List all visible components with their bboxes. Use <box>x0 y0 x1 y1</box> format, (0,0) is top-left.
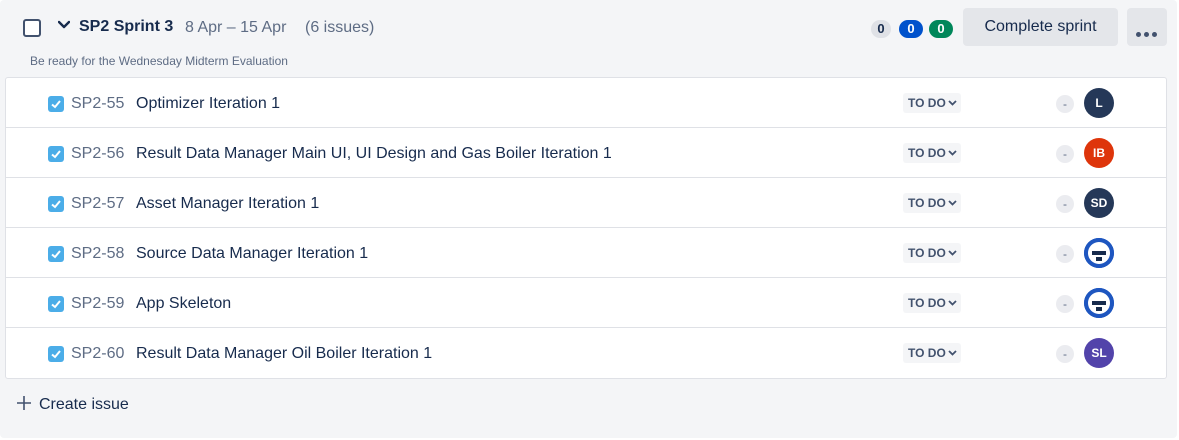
create-issue-label: Create issue <box>39 396 129 413</box>
sprint-issue-count: (6 issues) <box>305 19 375 36</box>
sprint-goal: Be ready for the Wednesday Midterm Evalu… <box>30 54 288 68</box>
issue-summary[interactable]: Asset Manager Iteration 1 <box>136 195 319 213</box>
estimate-badge: - <box>1056 95 1074 113</box>
issue-key[interactable]: SP2-58 <box>71 245 124 263</box>
chevron-down-icon <box>948 300 957 306</box>
issue-row[interactable]: SP2-59 App Skeleton TO DO - <box>6 278 1166 328</box>
estimate-badge: - <box>1056 295 1074 313</box>
todo-count-badge: 0 <box>871 20 891 38</box>
status-dropdown[interactable]: TO DO <box>903 93 961 113</box>
estimate-badge: - <box>1056 345 1074 363</box>
status-dropdown[interactable]: TO DO <box>903 243 961 263</box>
more-actions-button[interactable] <box>1127 8 1167 46</box>
task-icon <box>48 346 64 362</box>
issue-key[interactable]: SP2-56 <box>71 145 124 163</box>
issue-row[interactable]: SP2-60 Result Data Manager Oil Boiler It… <box>6 328 1166 378</box>
status-label: TO DO <box>908 146 946 160</box>
status-label: TO DO <box>908 296 946 310</box>
sprint-header: SP2 Sprint 3 8 Apr – 15 Apr (6 issues) B… <box>0 0 1177 78</box>
estimate-badge: - <box>1056 245 1074 263</box>
chevron-down-icon <box>948 250 957 256</box>
task-icon <box>48 296 64 312</box>
issue-summary[interactable]: Source Data Manager Iteration 1 <box>136 245 368 263</box>
issue-key[interactable]: SP2-59 <box>71 295 124 313</box>
avatar[interactable] <box>1084 238 1114 268</box>
sprint-dates: 8 Apr – 15 Apr <box>185 19 287 36</box>
sprint-checkbox[interactable] <box>23 19 41 37</box>
issue-row[interactable]: SP2-56 Result Data Manager Main UI, UI D… <box>6 128 1166 178</box>
status-dropdown[interactable]: TO DO <box>903 293 961 313</box>
issue-row[interactable]: SP2-55 Optimizer Iteration 1 TO DO - L <box>6 78 1166 128</box>
sprint-name[interactable]: SP2 Sprint 3 <box>79 18 173 36</box>
done-count-badge: 0 <box>929 20 953 38</box>
status-label: TO DO <box>908 346 946 360</box>
chevron-down-icon <box>948 200 957 206</box>
issue-summary[interactable]: App Skeleton <box>136 295 231 313</box>
avatar[interactable]: SD <box>1084 188 1114 218</box>
sprint-container: SP2 Sprint 3 8 Apr – 15 Apr (6 issues) B… <box>0 0 1177 438</box>
task-icon <box>48 146 64 162</box>
issue-row[interactable]: SP2-57 Asset Manager Iteration 1 TO DO -… <box>6 178 1166 228</box>
chevron-down-icon <box>948 350 957 356</box>
status-dropdown[interactable]: TO DO <box>903 193 961 213</box>
estimate-badge: - <box>1056 145 1074 163</box>
issue-key[interactable]: SP2-57 <box>71 195 124 213</box>
chevron-down-icon <box>948 150 957 156</box>
issue-summary[interactable]: Result Data Manager Oil Boiler Iteration… <box>136 345 432 363</box>
issue-summary[interactable]: Optimizer Iteration 1 <box>136 95 280 113</box>
chevron-down-icon <box>948 100 957 106</box>
stormtrooper-avatar-icon <box>1084 288 1114 318</box>
avatar[interactable]: IB <box>1084 138 1114 168</box>
issue-key[interactable]: SP2-60 <box>71 345 124 363</box>
issue-key[interactable]: SP2-55 <box>71 95 124 113</box>
status-label: TO DO <box>908 246 946 260</box>
avatar[interactable] <box>1084 288 1114 318</box>
status-label: TO DO <box>908 196 946 210</box>
create-issue-button[interactable]: Create issue <box>16 395 129 414</box>
in-progress-count-badge: 0 <box>899 20 923 38</box>
stormtrooper-avatar-icon <box>1084 238 1114 268</box>
task-icon <box>48 96 64 112</box>
issue-row[interactable]: SP2-58 Source Data Manager Iteration 1 T… <box>6 228 1166 278</box>
issue-list: SP2-55 Optimizer Iteration 1 TO DO - L S… <box>5 77 1167 379</box>
status-dropdown[interactable]: TO DO <box>903 343 961 363</box>
task-icon <box>48 246 64 262</box>
status-dropdown[interactable]: TO DO <box>903 143 961 163</box>
issue-summary[interactable]: Result Data Manager Main UI, UI Design a… <box>136 145 612 163</box>
complete-sprint-button[interactable]: Complete sprint <box>963 8 1118 46</box>
more-icon <box>1136 24 1160 42</box>
plus-icon <box>17 396 31 410</box>
chevron-down-icon[interactable] <box>58 20 70 30</box>
status-label: TO DO <box>908 96 946 110</box>
estimate-badge: - <box>1056 195 1074 213</box>
avatar[interactable]: SL <box>1084 338 1114 368</box>
task-icon <box>48 196 64 212</box>
avatar[interactable]: L <box>1084 88 1114 118</box>
